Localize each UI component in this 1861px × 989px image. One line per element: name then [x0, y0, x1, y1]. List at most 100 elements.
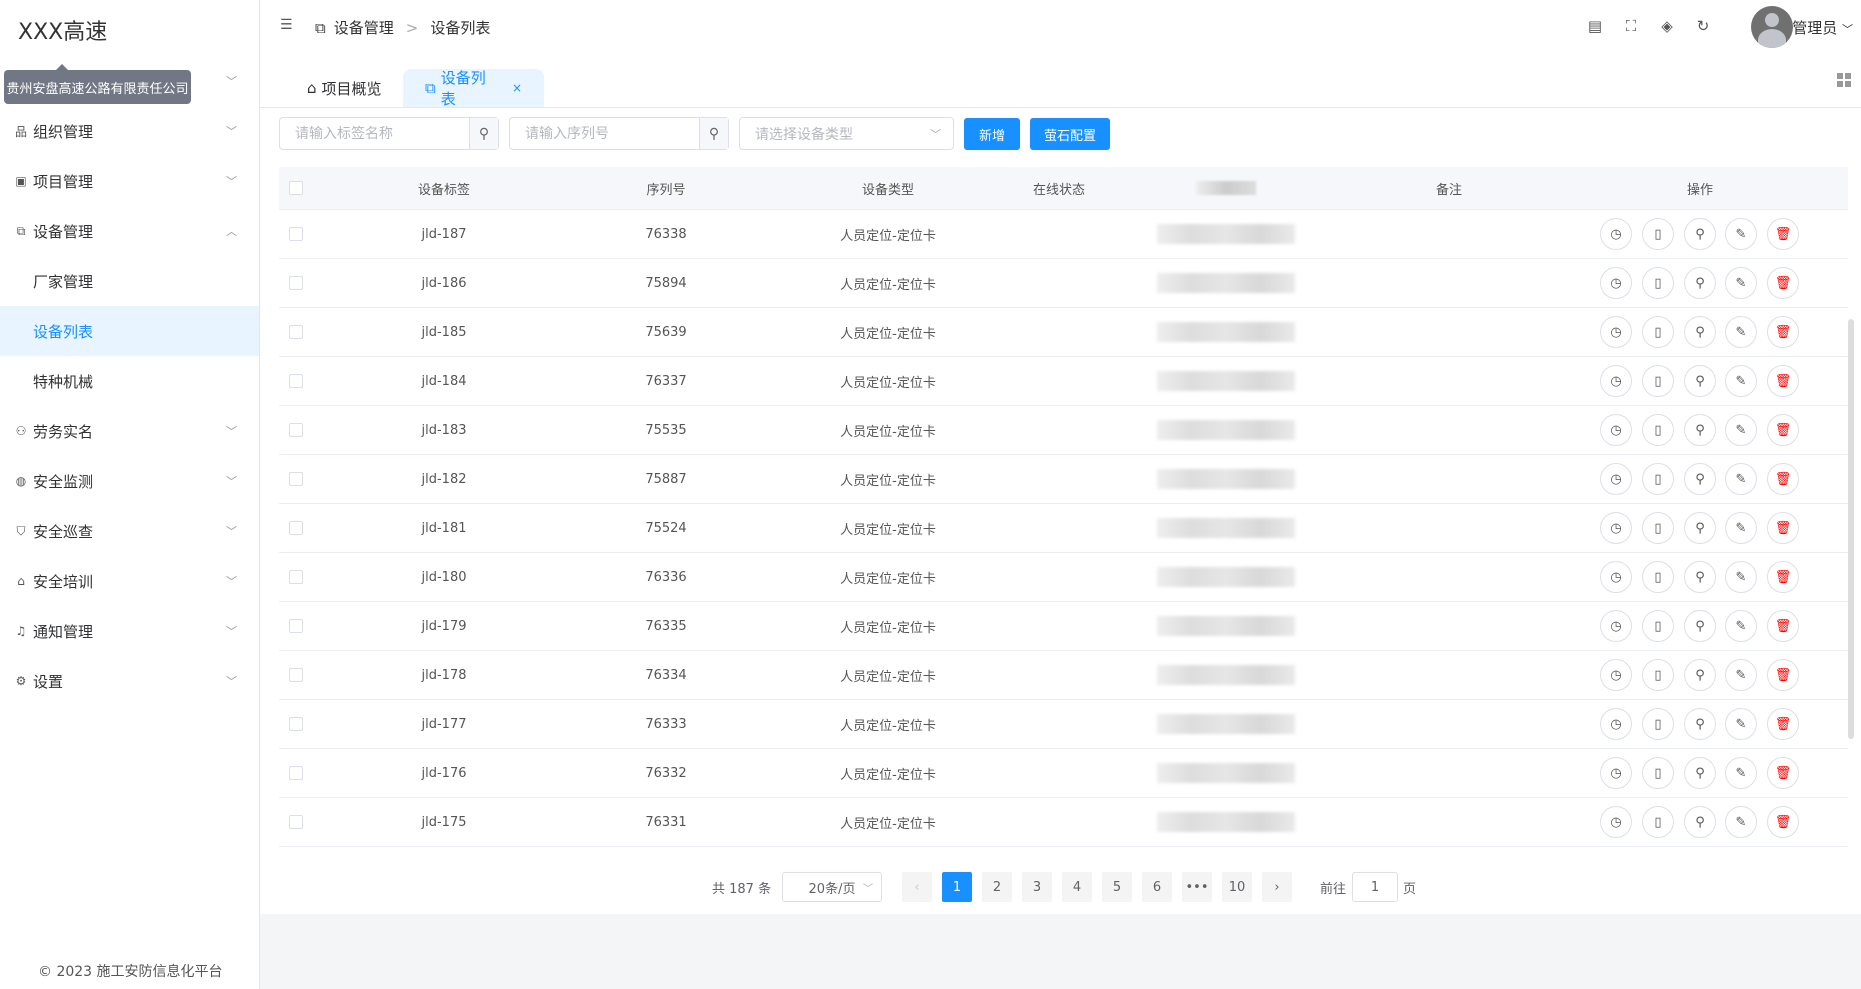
chevron-down-icon[interactable]: ﹀ — [226, 173, 237, 189]
device-card-button[interactable]: ▯ — [1642, 708, 1674, 740]
sidebar-item[interactable]: ♫ 通知管理 ﹀ — [0, 606, 259, 656]
location-pin-button[interactable]: ⚲ — [1684, 610, 1716, 642]
device-card-button[interactable]: ▯ — [1642, 267, 1674, 299]
chevron-up-icon[interactable]: ︿ — [226, 223, 237, 239]
edit-button[interactable]: ✎ — [1725, 218, 1757, 250]
row-checkbox[interactable] — [289, 619, 303, 633]
breadcrumb-item[interactable]: 设备管理 — [334, 17, 394, 38]
edit-button[interactable]: ✎ — [1725, 463, 1757, 495]
grid-icon[interactable] — [1837, 73, 1851, 87]
tab-project-overview[interactable]: ⌂ 项目概览 — [285, 69, 404, 107]
delete-button[interactable]: 🗑 — [1767, 610, 1799, 642]
select-all-checkbox[interactable] — [289, 181, 303, 195]
location-pin-button[interactable]: ⚲ — [1684, 414, 1716, 446]
page-button[interactable]: ••• — [1182, 872, 1212, 902]
page-button[interactable]: 10 — [1222, 872, 1252, 902]
delete-button[interactable]: 🗑 — [1767, 218, 1799, 250]
device-card-button[interactable]: ▯ — [1642, 512, 1674, 544]
sidebar-item[interactable]: ▣ 项目管理 ﹀ — [0, 156, 259, 206]
row-checkbox[interactable] — [289, 423, 303, 437]
chevron-down-icon[interactable]: ﹀ — [226, 623, 237, 639]
device-card-button[interactable]: ▯ — [1642, 610, 1674, 642]
clock-button[interactable]: ◷ — [1600, 659, 1632, 691]
page-size-select[interactable]: 20条/页 ﹀ — [782, 872, 882, 902]
location-pin-button[interactable]: ⚲ — [1684, 757, 1716, 789]
sidebar-item[interactable]: ⚙ 设置 ﹀ — [0, 656, 259, 706]
close-icon[interactable]: × — [512, 81, 522, 95]
location-pin-button[interactable]: ⚲ — [1684, 365, 1716, 397]
page-button[interactable]: 4 — [1062, 872, 1092, 902]
clock-button[interactable]: ◷ — [1600, 561, 1632, 593]
chevron-down-icon[interactable]: ﹀ — [226, 423, 237, 439]
clock-button[interactable]: ◷ — [1600, 414, 1632, 446]
delete-button[interactable]: 🗑 — [1767, 708, 1799, 740]
edit-button[interactable]: ✎ — [1725, 757, 1757, 789]
location-pin-button[interactable]: ⚲ — [1684, 659, 1716, 691]
tab-device-list[interactable]: ⧉ 设备列表 × — [403, 69, 544, 108]
row-checkbox[interactable] — [289, 276, 303, 290]
location-pin-button[interactable]: ⚲ — [1684, 267, 1716, 299]
location-pin-button[interactable]: ⚲ — [1684, 806, 1716, 838]
row-checkbox[interactable] — [289, 374, 303, 388]
clock-button[interactable]: ◷ — [1600, 610, 1632, 642]
clock-button[interactable]: ◷ — [1600, 316, 1632, 348]
collapse-menu-icon[interactable]: ☰ — [280, 17, 293, 33]
search-icon[interactable]: ⚲ — [699, 118, 728, 149]
table-scrollbar[interactable] — [1848, 319, 1854, 739]
clock-button[interactable]: ◷ — [1600, 218, 1632, 250]
goto-page-input[interactable]: 1 — [1352, 872, 1398, 902]
edit-button[interactable]: ✎ — [1725, 365, 1757, 397]
row-checkbox[interactable] — [289, 227, 303, 241]
location-pin-button[interactable]: ⚲ — [1684, 218, 1716, 250]
chevron-down-icon[interactable]: ﹀ — [226, 123, 237, 139]
edit-button[interactable]: ✎ — [1725, 610, 1757, 642]
search-icon[interactable]: ⚲ — [469, 118, 498, 149]
edit-button[interactable]: ✎ — [1725, 512, 1757, 544]
location-pin-button[interactable]: ⚲ — [1684, 708, 1716, 740]
sidebar-item[interactable]: 设备列表 — [0, 306, 259, 356]
row-checkbox[interactable] — [289, 717, 303, 731]
chevron-down-icon[interactable]: ﹀ — [226, 73, 237, 89]
row-checkbox[interactable] — [289, 766, 303, 780]
add-button[interactable]: 新增 — [964, 118, 1020, 150]
page-button[interactable]: 3 — [1022, 872, 1052, 902]
clock-button[interactable]: ◷ — [1600, 267, 1632, 299]
ys-config-button[interactable]: 萤石配置 — [1030, 118, 1110, 150]
page-button[interactable]: 5 — [1102, 872, 1132, 902]
user-menu[interactable]: 管理员 ﹀ — [1792, 17, 1853, 38]
document-icon[interactable]: ▤ — [1587, 17, 1603, 35]
edit-button[interactable]: ✎ — [1725, 806, 1757, 838]
sidebar-item[interactable]: ⚇ 劳务实名 ﹀ — [0, 406, 259, 456]
delete-button[interactable]: 🗑 — [1767, 463, 1799, 495]
row-checkbox[interactable] — [289, 472, 303, 486]
sidebar-item[interactable]: 特种机械 — [0, 356, 259, 406]
edit-button[interactable]: ✎ — [1725, 659, 1757, 691]
delete-button[interactable]: 🗑 — [1767, 316, 1799, 348]
page-button[interactable]: 1 — [942, 872, 972, 902]
avatar[interactable] — [1751, 6, 1793, 48]
location-pin-button[interactable]: ⚲ — [1684, 512, 1716, 544]
device-type-select[interactable]: 请选择设备类型 ﹀ — [739, 117, 954, 150]
row-checkbox[interactable] — [289, 668, 303, 682]
location-pin-button[interactable]: ⚲ — [1684, 316, 1716, 348]
clock-button[interactable]: ◷ — [1600, 708, 1632, 740]
delete-button[interactable]: 🗑 — [1767, 659, 1799, 691]
chevron-down-icon[interactable]: ﹀ — [226, 673, 237, 689]
clock-button[interactable]: ◷ — [1600, 365, 1632, 397]
location-pin-button[interactable]: ⚲ — [1684, 463, 1716, 495]
device-card-button[interactable]: ▯ — [1642, 365, 1674, 397]
device-card-button[interactable]: ▯ — [1642, 218, 1674, 250]
row-checkbox[interactable] — [289, 570, 303, 584]
edit-button[interactable]: ✎ — [1725, 267, 1757, 299]
device-card-button[interactable]: ▯ — [1642, 806, 1674, 838]
clock-button[interactable]: ◷ — [1600, 806, 1632, 838]
delete-button[interactable]: 🗑 — [1767, 806, 1799, 838]
sidebar-item[interactable]: 厂家管理 — [0, 256, 259, 306]
row-checkbox[interactable] — [289, 815, 303, 829]
row-checkbox[interactable] — [289, 521, 303, 535]
tag-name-input[interactable] — [280, 118, 469, 149]
row-checkbox[interactable] — [289, 325, 303, 339]
sidebar-item[interactable]: 品组织管理 ﹀ — [0, 106, 259, 156]
delete-button[interactable]: 🗑 — [1767, 414, 1799, 446]
sidebar-item[interactable]: ⛉ 安全巡查 ﹀ — [0, 506, 259, 556]
